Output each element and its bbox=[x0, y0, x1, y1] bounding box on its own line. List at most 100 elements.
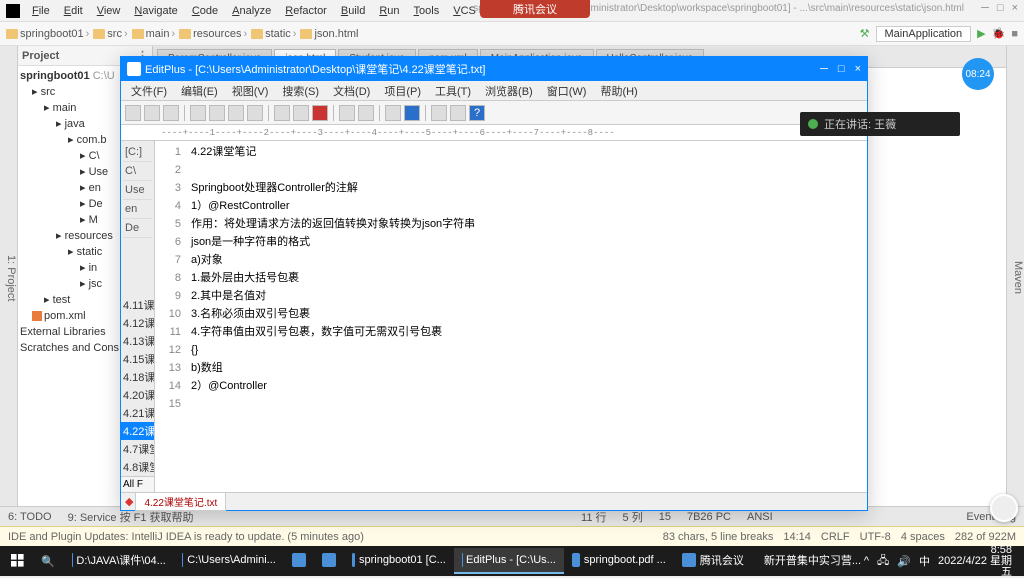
tencent-meeting-bar[interactable]: 腾讯会议 bbox=[480, 0, 590, 18]
taskbar-item[interactable]: D:\JAVA\课件\04... bbox=[64, 548, 174, 574]
ep-undo-icon[interactable] bbox=[274, 105, 290, 121]
ep-file-item[interactable]: 4.8课堂 bbox=[121, 458, 154, 476]
ep-dir-item[interactable]: en bbox=[123, 200, 152, 219]
breadcrumb[interactable]: json.html bbox=[300, 28, 358, 40]
ep-dir-item[interactable]: Use bbox=[123, 181, 152, 200]
ide-menu-tools[interactable]: Tools bbox=[408, 3, 446, 19]
ep-file-item[interactable]: 4.20课堂 bbox=[121, 386, 154, 404]
editplus-text-content[interactable]: 4.22课堂笔记 Springboot处理器Controller的注解 1）@R… bbox=[187, 141, 867, 492]
debug-icon[interactable]: 🐞 bbox=[992, 27, 1006, 40]
ide-menu-view[interactable]: View bbox=[91, 3, 127, 19]
maximize-icon[interactable]: □ bbox=[997, 2, 1004, 14]
ide-menu-analyze[interactable]: Analyze bbox=[226, 3, 277, 19]
ep-new-icon[interactable] bbox=[125, 105, 141, 121]
ep-tools-icon[interactable] bbox=[450, 105, 466, 121]
notice-encoding[interactable]: UTF-8 bbox=[860, 531, 891, 543]
ep-replace-icon[interactable] bbox=[358, 105, 374, 121]
ep-wrap-icon[interactable] bbox=[404, 105, 420, 121]
tray-ime-icon[interactable]: 中 bbox=[919, 553, 930, 569]
ide-menu-run[interactable]: Run bbox=[373, 3, 405, 19]
breadcrumb[interactable]: static › bbox=[251, 28, 296, 40]
ep-menu[interactable]: 帮助(H) bbox=[594, 82, 643, 100]
ide-menu-navigate[interactable]: Navigate bbox=[128, 3, 183, 19]
meeting-clock-overlay[interactable]: 08:24 bbox=[962, 58, 994, 90]
minimize-icon[interactable]: ─ bbox=[981, 2, 989, 14]
ep-find-icon[interactable] bbox=[339, 105, 355, 121]
notice-indent[interactable]: 4 spaces bbox=[901, 531, 945, 543]
floating-avatar[interactable] bbox=[990, 494, 1018, 522]
tray-clock[interactable]: 8:58 2022/4/22 星期五 bbox=[938, 545, 1012, 578]
ep-file-item[interactable]: 4.18课堂 bbox=[121, 368, 154, 386]
ep-file-item[interactable]: 4.11课堂 bbox=[121, 296, 154, 314]
ep-dir-item[interactable]: C\ bbox=[123, 162, 152, 181]
breadcrumb[interactable]: springboot01 › bbox=[6, 28, 89, 40]
build-icon[interactable]: ⚒ bbox=[860, 27, 870, 40]
ep-copy-icon[interactable] bbox=[228, 105, 244, 121]
breadcrumb[interactable]: resources › bbox=[179, 28, 247, 40]
ep-browser-icon[interactable] bbox=[431, 105, 447, 121]
taskbar-item[interactable]: springboot01 [C... bbox=[344, 548, 454, 574]
ep-cut-icon[interactable] bbox=[209, 105, 225, 121]
maven-tool-tab[interactable]: Maven bbox=[1012, 261, 1024, 294]
ep-menu[interactable]: 窗口(W) bbox=[541, 82, 593, 100]
ep-minimize-icon[interactable]: ─ bbox=[820, 63, 828, 75]
close-icon[interactable]: × bbox=[1012, 2, 1018, 14]
ep-menu[interactable]: 工具(T) bbox=[429, 82, 477, 100]
tray-net-icon[interactable]: 🖧 bbox=[877, 552, 889, 571]
ep-file-item[interactable]: 4.15课堂 bbox=[121, 350, 154, 368]
editplus-titlebar[interactable]: EditPlus - [C:\Users\Administrator\Deskt… bbox=[121, 57, 867, 81]
taskbar-item[interactable]: springboot.pdf ... bbox=[564, 548, 674, 574]
editplus-doc-tab[interactable]: 4.22课堂笔记.txt bbox=[135, 492, 226, 511]
ep-close-icon[interactable]: × bbox=[855, 63, 861, 75]
ep-file-item[interactable]: 4.12课堂 bbox=[121, 314, 154, 332]
ep-dir-item[interactable]: [C:] bbox=[123, 143, 152, 162]
ep-menu[interactable]: 文档(D) bbox=[327, 82, 376, 100]
tray-vol-icon[interactable]: 🔊 bbox=[897, 555, 911, 568]
taskbar-item[interactable]: EditPlus - [C:\Us... bbox=[454, 548, 564, 574]
notice-crlf[interactable]: CRLF bbox=[821, 531, 850, 543]
ep-allfiles-dropdown[interactable]: All F bbox=[121, 476, 154, 492]
taskbar-item[interactable]: 腾讯会议 bbox=[674, 548, 752, 574]
ep-paste-icon[interactable] bbox=[247, 105, 263, 121]
ep-menu[interactable]: 文件(F) bbox=[125, 82, 173, 100]
ep-open-icon[interactable] bbox=[144, 105, 160, 121]
ep-menu[interactable]: 浏览器(B) bbox=[479, 82, 539, 100]
ep-font-icon[interactable] bbox=[385, 105, 401, 121]
ep-menu[interactable]: 编辑(E) bbox=[175, 82, 224, 100]
ep-maximize-icon[interactable]: □ bbox=[838, 63, 845, 75]
taskbar-item[interactable] bbox=[284, 548, 314, 574]
search-button[interactable]: 🔍 bbox=[34, 548, 62, 574]
project-tool-tab[interactable]: 1: Project bbox=[5, 255, 17, 301]
ep-dir-item[interactable]: De bbox=[123, 219, 152, 238]
editplus-editor[interactable]: 123456789101112131415 4.22课堂笔记 Springboo… bbox=[155, 141, 867, 492]
ep-file-item[interactable]: 4.7课堂 bbox=[121, 440, 154, 458]
tray-up-icon[interactable]: ^ bbox=[864, 555, 869, 567]
editplus-filelist[interactable]: 4.11课堂4.12课堂4.13课堂4.15课堂4.18课堂4.20课堂4.21… bbox=[121, 296, 154, 476]
run-config-dropdown[interactable]: MainApplication bbox=[876, 26, 972, 42]
ep-redo-icon[interactable] bbox=[293, 105, 309, 121]
ep-help-icon[interactable]: ? bbox=[469, 105, 485, 121]
ep-file-item[interactable]: 4.22课堂 bbox=[121, 422, 154, 440]
ide-menu-code[interactable]: Code bbox=[186, 3, 224, 19]
taskbar-item[interactable]: C:\Users\Admini... bbox=[174, 548, 284, 574]
ep-delete-icon[interactable] bbox=[312, 105, 328, 121]
ep-menu[interactable]: 项目(P) bbox=[378, 82, 427, 100]
ep-print-icon[interactable] bbox=[190, 105, 206, 121]
notice-mem[interactable]: 282 of 922M bbox=[955, 531, 1016, 543]
ep-menu[interactable]: 视图(V) bbox=[226, 82, 275, 100]
breadcrumb[interactable]: main › bbox=[132, 28, 176, 40]
ep-file-item[interactable]: 4.21课堂 bbox=[121, 404, 154, 422]
ide-menu-build[interactable]: Build bbox=[335, 3, 371, 19]
ide-menu-edit[interactable]: Edit bbox=[58, 3, 89, 19]
todo-tool[interactable]: 6: TODO bbox=[8, 511, 52, 523]
ide-menu-file[interactable]: File bbox=[26, 3, 56, 19]
stop-icon[interactable]: ■ bbox=[1011, 28, 1018, 40]
run-icon[interactable]: ▶ bbox=[977, 27, 985, 40]
breadcrumb[interactable]: src › bbox=[93, 28, 127, 40]
start-button[interactable] bbox=[4, 548, 32, 574]
ep-save-icon[interactable] bbox=[163, 105, 179, 121]
taskbar-item[interactable] bbox=[314, 548, 344, 574]
ide-menu-refactor[interactable]: Refactor bbox=[279, 3, 333, 19]
ep-file-item[interactable]: 4.13课堂 bbox=[121, 332, 154, 350]
ep-menu[interactable]: 搜索(S) bbox=[276, 82, 325, 100]
